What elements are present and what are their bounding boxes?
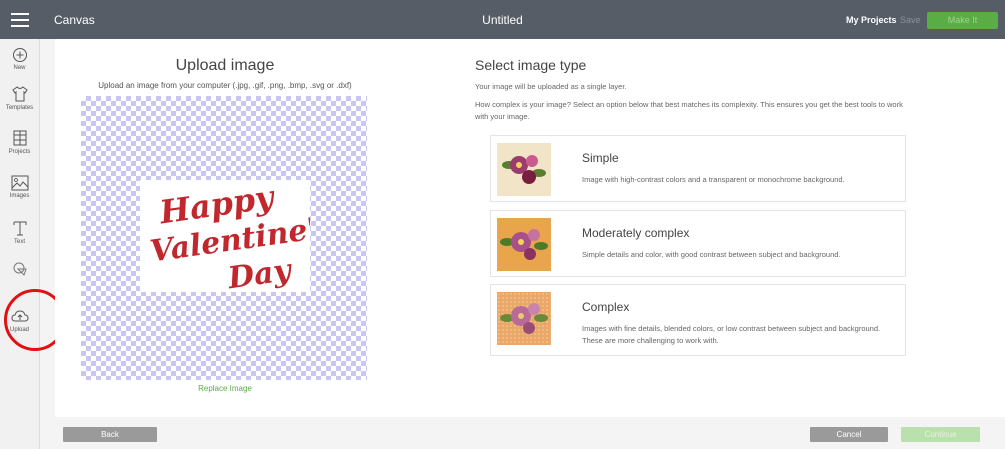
back-button[interactable]: Back — [63, 427, 157, 442]
simple-thumbnail — [497, 143, 551, 196]
make-it-button[interactable]: Make It — [927, 12, 998, 29]
sidebar-item-shapes[interactable] — [0, 261, 39, 279]
sidebar-item-label: Images — [9, 193, 30, 199]
plus-circle-icon — [12, 48, 27, 62]
option-simple[interactable]: Simple Image with high-contrast colors a… — [490, 135, 906, 202]
upload-title: Upload image — [175, 57, 275, 74]
upload-subtitle: Upload an image from your computer (.jpg… — [98, 81, 352, 90]
valentine-artwork: Happy Valentine's Day — [148, 178, 336, 297]
option-title: Simple — [582, 151, 619, 165]
sidebar-item-label: Projects — [8, 149, 31, 155]
sidebar-item-images[interactable]: Images — [0, 175, 39, 199]
sidebar-item-label: New — [13, 65, 26, 71]
option-description: Images with fine details, blended colors… — [582, 324, 881, 345]
my-projects-link[interactable]: My Projects — [846, 15, 897, 25]
sidebar-item-projects[interactable]: Projects — [0, 129, 39, 155]
footer-bar: Back Cancel Continue — [55, 417, 1005, 449]
option-moderately-complex[interactable]: Moderately complex Simple details and co… — [490, 210, 906, 277]
left-sidebar: New Templates Projects Images Text Uploa… — [0, 39, 40, 449]
image-type-note: Your image will be uploaded as a single … — [475, 82, 627, 91]
save-button[interactable]: Save — [900, 15, 921, 25]
text-t-icon — [13, 221, 26, 236]
complex-thumbnail — [497, 292, 551, 345]
uploaded-image: Happy Valentine's Day — [140, 178, 336, 297]
replace-image-link[interactable]: Replace Image — [55, 384, 395, 393]
shapes-icon — [13, 262, 27, 276]
top-bar: Canvas Untitled My Projects Save Make It — [0, 0, 1005, 39]
cancel-button[interactable]: Cancel — [810, 427, 888, 442]
option-title: Moderately complex — [582, 226, 690, 240]
option-description: Simple details and color, with good cont… — [582, 250, 841, 259]
projects-icon — [13, 130, 26, 146]
svg-text:Day: Day — [225, 253, 296, 292]
shirt-icon — [11, 86, 28, 102]
sidebar-item-label: Templates — [5, 105, 34, 111]
option-description: Image with high-contrast colors and a tr… — [582, 175, 845, 184]
image-type-title: Select image type — [475, 57, 587, 73]
option-complex[interactable]: Complex Images with fine details, blende… — [490, 284, 906, 356]
continue-button[interactable]: Continue — [901, 427, 980, 442]
image-icon — [11, 175, 28, 191]
image-type-description: How complex is your image? Select an opt… — [475, 100, 903, 121]
sidebar-item-templates[interactable]: Templates — [0, 85, 39, 111]
sidebar-item-text[interactable]: Text — [0, 219, 39, 245]
sidebar-item-new[interactable]: New — [0, 47, 39, 71]
moderately-complex-thumbnail — [497, 218, 551, 271]
sidebar-item-label: Text — [13, 239, 25, 245]
option-title: Complex — [582, 300, 630, 314]
